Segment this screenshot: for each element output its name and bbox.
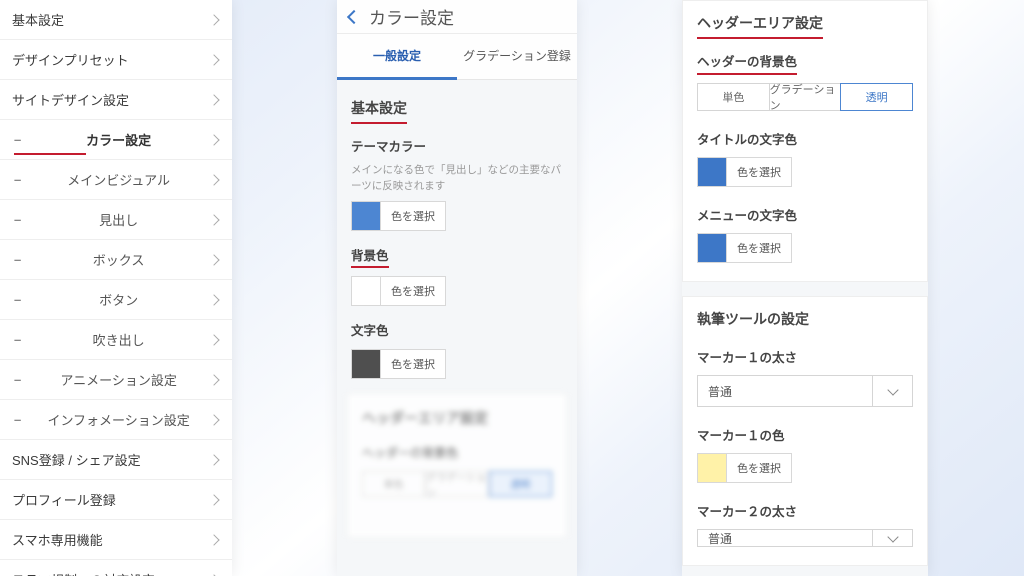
seg-transparent[interactable]: 透明 [840, 83, 913, 111]
dash-icon: – [14, 332, 21, 347]
header-bg-segment: 単色 グラデーション 透明 [697, 83, 913, 111]
color-settings-panel: カラー設定 一般設定 グラデーション登録 基本設定 テーマカラー メインになる色… [337, 0, 577, 576]
sidebar-item-3[interactable]: – カラー設定 [0, 120, 232, 160]
sidebar-item-label: 見出し [99, 210, 138, 229]
sidebar-item-1[interactable]: デザインプリセット [0, 40, 232, 80]
marker1-thickness-select[interactable]: 普通 [697, 375, 913, 407]
chevron-right-icon [208, 54, 219, 65]
header-area-title: ヘッダーエリア設定 [697, 13, 823, 33]
header-area-panel: ヘッダーエリア設定 ヘッダーの背景色 単色 グラデーション 透明 タイトルの文字… [682, 0, 928, 576]
theme-color-desc: メインになる色で「見出し」などの主要なパーツに反映されます [351, 163, 563, 195]
dash-icon: – [14, 212, 21, 227]
sidebar-item-label: デザインプリセット [12, 50, 129, 69]
section-basic-title: 基本設定 [351, 94, 407, 122]
chevron-right-icon [208, 254, 219, 265]
sidebar-item-5[interactable]: – 見出し [0, 200, 232, 240]
theme-color-label: テーマカラー [351, 136, 426, 155]
dash-icon: – [14, 172, 21, 187]
chevron-right-icon [208, 134, 219, 145]
panel-title: カラー設定 [369, 4, 454, 29]
sidebar-item-label: ボックス [93, 250, 145, 269]
sidebar-item-label: 吹き出し [93, 330, 145, 349]
sidebar-item-12[interactable]: プロフィール登録 [0, 480, 232, 520]
marker2-thickness-select[interactable]: 普通 [697, 529, 913, 547]
text-color-swatch[interactable] [351, 349, 381, 379]
sidebar-item-6[interactable]: – ボックス [0, 240, 232, 280]
bg-color-label: 背景色 [351, 245, 389, 264]
title-text-color-button[interactable]: 色を選択 [727, 157, 792, 187]
theme-color-select-button[interactable]: 色を選択 [381, 201, 446, 231]
settings-sidebar: 基本設定デザインプリセットサイトデザイン設定 – カラー設定 – メインビジュアル – 見出… [0, 0, 232, 576]
sidebar-item-11[interactable]: SNS登録 / シェア設定 [0, 440, 232, 480]
header-area-blurred: ヘッダーエリア設定 ヘッダーの背景色 単色グラデーション透明 [347, 393, 567, 538]
chevron-right-icon [208, 334, 219, 345]
sidebar-item-label: メインビジュアル [67, 170, 170, 189]
tab-general[interactable]: 一般設定 [337, 34, 457, 80]
writing-tools-title: 執筆ツールの設定 [697, 309, 809, 329]
theme-color-swatch[interactable] [351, 201, 381, 231]
dash-icon: – [14, 252, 21, 267]
sidebar-item-7[interactable]: – ボタン [0, 280, 232, 320]
marker2-thickness-label: マーカー２の太さ [697, 501, 797, 520]
tab-gradient[interactable]: グラデーション登録 [457, 34, 577, 80]
chevron-right-icon [208, 94, 219, 105]
dash-icon: – [14, 412, 21, 427]
seg-gradient[interactable]: グラデーション [769, 83, 841, 111]
chevron-right-icon [208, 494, 219, 505]
sidebar-item-label: 基本設定 [12, 10, 64, 29]
menu-text-color-label: メニューの文字色 [697, 205, 797, 224]
bg-color-swatch[interactable] [351, 276, 381, 306]
sidebar-item-13[interactable]: スマホ専用機能 [0, 520, 232, 560]
sidebar-item-2[interactable]: サイトデザイン設定 [0, 80, 232, 120]
header-bg-label: ヘッダーの背景色 [697, 51, 797, 70]
sidebar-item-label: インフォメーション設定 [47, 410, 189, 429]
chevron-right-icon [208, 454, 219, 465]
title-text-color-swatch[interactable] [697, 157, 727, 187]
back-icon[interactable] [347, 9, 361, 23]
sidebar-item-9[interactable]: – アニメーション設定 [0, 360, 232, 400]
dash-icon: – [14, 372, 21, 387]
menu-text-color-button[interactable]: 色を選択 [727, 233, 792, 263]
sidebar-item-label: アニメーション設定 [60, 370, 176, 389]
text-color-label: 文字色 [351, 320, 389, 339]
chevron-right-icon [208, 294, 219, 305]
sidebar-item-14[interactable]: ステマ規制への対応設定 [0, 560, 232, 576]
sidebar-item-label: ステマ規制への対応設定 [12, 570, 155, 576]
marker1-color-button[interactable]: 色を選択 [727, 453, 792, 483]
chevron-right-icon [208, 534, 219, 545]
chevron-right-icon [208, 214, 219, 225]
chevron-right-icon [208, 374, 219, 385]
chevron-down-icon [872, 530, 912, 546]
tab-bar: 一般設定 グラデーション登録 [337, 34, 577, 80]
seg-solid[interactable]: 単色 [697, 83, 769, 111]
chevron-right-icon [208, 174, 219, 185]
sidebar-item-label: プロフィール登録 [12, 490, 116, 509]
chevron-right-icon [208, 14, 219, 25]
title-text-color-label: タイトルの文字色 [697, 129, 797, 148]
marker1-color-label: マーカー１の色 [697, 425, 785, 444]
sidebar-item-8[interactable]: – 吹き出し [0, 320, 232, 360]
sidebar-item-label: ボタン [99, 290, 138, 309]
chevron-right-icon [208, 414, 219, 425]
sidebar-item-label: カラー設定 [86, 130, 151, 149]
dash-icon: – [14, 292, 21, 307]
marker1-thickness-label: マーカー１の太さ [697, 347, 797, 366]
dash-icon: – [14, 132, 21, 147]
sidebar-item-0[interactable]: 基本設定 [0, 0, 232, 40]
bg-color-select-button[interactable]: 色を選択 [381, 276, 446, 306]
sidebar-item-label: スマホ専用機能 [12, 530, 103, 549]
marker1-color-swatch[interactable] [697, 453, 727, 483]
menu-text-color-swatch[interactable] [697, 233, 727, 263]
sidebar-item-10[interactable]: – インフォメーション設定 [0, 400, 232, 440]
sidebar-item-4[interactable]: – メインビジュアル [0, 160, 232, 200]
sidebar-item-label: サイトデザイン設定 [12, 90, 129, 109]
chevron-down-icon [872, 376, 912, 406]
text-color-select-button[interactable]: 色を選択 [381, 349, 446, 379]
sidebar-item-label: SNS登録 / シェア設定 [12, 450, 141, 469]
